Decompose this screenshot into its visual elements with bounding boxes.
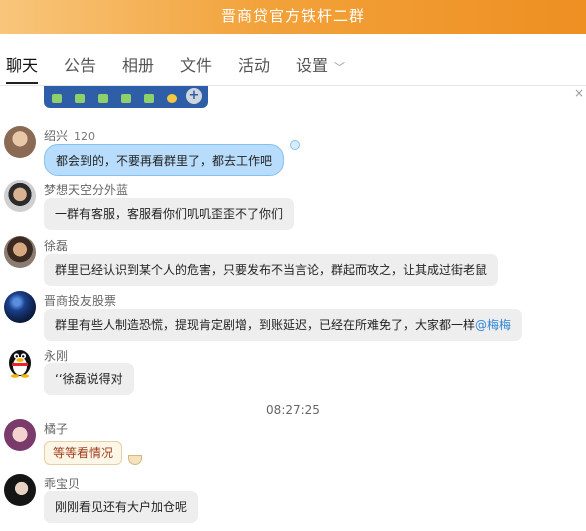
penguin-icon (9, 350, 31, 378)
mention-link[interactable]: @梅梅 (475, 318, 511, 332)
sender-name[interactable]: 永刚 (44, 347, 68, 364)
emoji-icon[interactable] (75, 94, 85, 103)
sender-name[interactable]: 乖宝贝 (44, 475, 80, 492)
sender-name[interactable]: 橘子 (44, 420, 68, 437)
avatar[interactable] (4, 346, 36, 378)
emoji-icon[interactable] (52, 94, 62, 103)
title-bar: 晋商贷官方铁杆二群 (0, 0, 586, 34)
sender-name[interactable]: 晋商投友股票 (44, 292, 116, 309)
sender-name[interactable]: 梦想天空分外蓝 (44, 181, 128, 198)
emoji-toolbar: + (44, 86, 208, 108)
bubble-decoration-icon (128, 455, 142, 465)
smiley-icon[interactable] (167, 94, 177, 103)
window-title: 晋商贷官方铁杆二群 (220, 7, 365, 25)
emoji-icon[interactable] (144, 94, 154, 103)
message-text: 群里有些人制造恐慌，提现肯定剧增，到账延迟，已经在所难免了，大家都一样 (55, 318, 476, 332)
emoji-icon[interactable] (98, 94, 108, 103)
sender-name[interactable]: 绍兴 (44, 129, 68, 143)
member-level-badge: 120 (74, 130, 96, 143)
avatar[interactable] (4, 236, 36, 268)
sender-name[interactable]: 徐磊 (44, 237, 68, 254)
message-bubble[interactable]: 群里有些人制造恐慌，提现肯定剧增，到账延迟，已经在所难免了，大家都一样@梅梅 (44, 309, 523, 341)
chevron-down-icon: ﹀ (334, 61, 346, 74)
tab-settings-label: 设置 (296, 56, 329, 75)
message-bubble[interactable]: 群里已经认识到某个人的危害，只要发布不当言论，群起而攻之，让其成过街老鼠 (44, 254, 499, 286)
add-icon[interactable]: + (186, 88, 202, 104)
tab-chat[interactable]: 聊天 (6, 52, 39, 84)
message-timestamp: 08:27:25 (266, 403, 320, 417)
tab-settings[interactable]: 设置 ﹀ (296, 52, 345, 82)
tab-activities[interactable]: 活动 (238, 52, 270, 82)
message-bubble[interactable]: ‘‘徐磊说得对 (44, 363, 134, 395)
tab-announcements[interactable]: 公告 (64, 52, 96, 82)
avatar[interactable] (4, 291, 36, 323)
message-bubble[interactable]: 都会到的，不要再看群里了，都去工作吧 (44, 144, 285, 176)
avatar[interactable] (4, 126, 36, 158)
message-bubble[interactable]: 一群有客服，客服看你们叽叽歪歪不了你们 (44, 198, 295, 230)
avatar[interactable] (4, 474, 36, 506)
tab-bar: 聊天 公告 相册 文件 活动 设置 ﹀ (0, 34, 586, 86)
message-bubble[interactable]: 刚刚看见还有大户加仓呢 (44, 491, 199, 523)
bubble-decoration-icon (290, 140, 300, 150)
emoji-icon[interactable] (121, 94, 131, 103)
tab-files[interactable]: 文件 (180, 52, 212, 82)
avatar[interactable] (4, 180, 36, 212)
tab-album[interactable]: 相册 (122, 52, 154, 82)
message-bubble[interactable]: 等等看情况 (44, 441, 123, 465)
close-icon[interactable]: × (574, 86, 584, 100)
avatar[interactable] (4, 419, 36, 451)
